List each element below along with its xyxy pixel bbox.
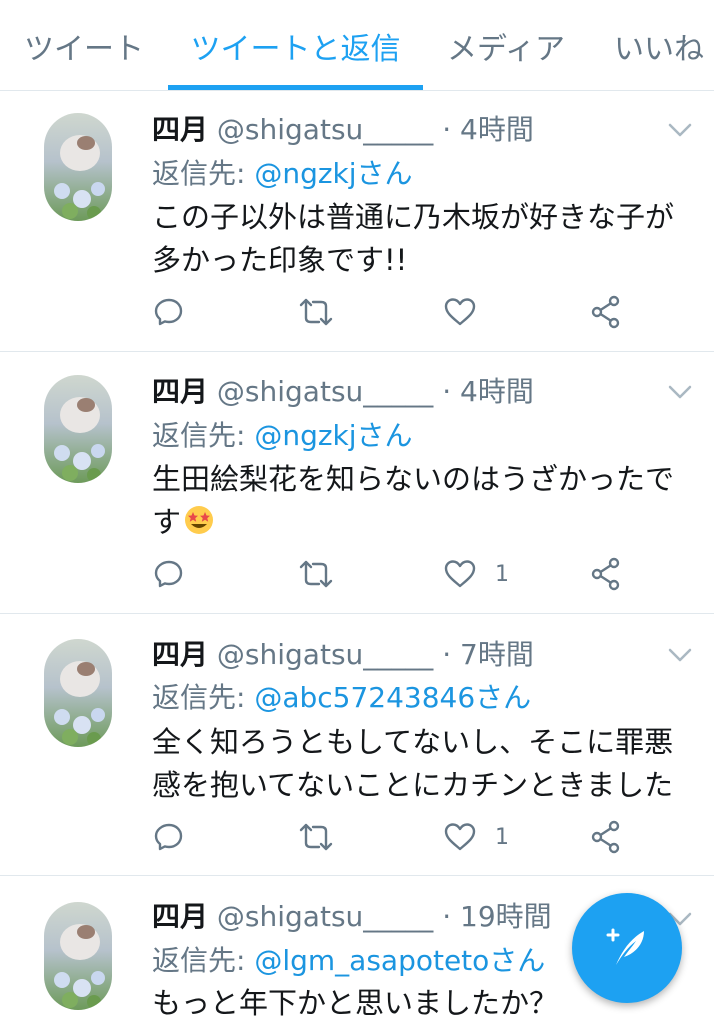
reply-to-label: 返信先:: [152, 944, 246, 977]
avatar[interactable]: [44, 113, 112, 221]
chevron-down-icon[interactable]: [666, 378, 694, 406]
reply-to-user-link[interactable]: @ngzkjさん: [254, 419, 412, 452]
active-tab-indicator: [168, 85, 423, 90]
reply-to-user-link[interactable]: @abc57243846さん: [254, 681, 531, 714]
retweet-icon: [299, 298, 333, 326]
profile-tabs: ツイート ツイートと返信 メディア いいね: [0, 0, 714, 91]
reply-icon: [154, 298, 183, 326]
retweet-icon: [299, 560, 333, 588]
tweet-text: この子以外は普通に乃木坂が好きな子が多かった印象です!!: [152, 200, 675, 277]
tweet-text: 全く知ろうともしてないし、そこに罪悪感を抱いてないことにカチンときました: [152, 725, 674, 802]
author-handle[interactable]: @shigatsu_____: [217, 638, 433, 671]
reply-to-label: 返信先:: [152, 681, 246, 714]
tweet[interactable]: 四月 @shigatsu_____ · 4時間 返信先: @ngzkjさん 生田…: [0, 352, 714, 614]
share-icon: [591, 295, 620, 329]
reply-to-label: 返信先:: [152, 157, 246, 190]
retweet-button[interactable]: [298, 296, 334, 328]
heart-icon: [444, 560, 476, 588]
like-count: 1: [495, 824, 509, 850]
timestamp[interactable]: 19時間: [460, 900, 552, 933]
share-button[interactable]: [590, 820, 622, 854]
author-name[interactable]: 四月: [152, 900, 208, 933]
reply-to-user-link[interactable]: @ngzkjさん: [254, 157, 412, 190]
author-handle[interactable]: @shigatsu_____: [217, 375, 433, 408]
retweet-button[interactable]: [298, 821, 334, 853]
reply-icon: [154, 823, 183, 851]
tweet-text: 生田絵梨花を知らないのはうざかったです: [152, 458, 692, 544]
retweet-icon: [299, 823, 333, 851]
separator: ·: [442, 638, 452, 671]
tweet-text-content: 生田絵梨花を知らないのはうざかったです: [152, 462, 675, 539]
chevron-down-icon[interactable]: [666, 116, 694, 144]
author-handle[interactable]: @shigatsu_____: [217, 900, 433, 933]
like-button[interactable]: [443, 296, 495, 328]
reply-to-label: 返信先:: [152, 419, 246, 452]
heart-icon: [444, 823, 476, 851]
compose-tweet-icon: [606, 928, 644, 965]
share-icon: [591, 820, 620, 854]
like-button[interactable]: 1: [443, 558, 509, 590]
like-count: 1: [495, 561, 509, 587]
timestamp[interactable]: 7時間: [460, 638, 534, 671]
share-button[interactable]: [590, 557, 622, 591]
star-struck-emoji: [185, 506, 214, 534]
share-icon: [591, 557, 620, 591]
tweet[interactable]: 四月 @shigatsu_____ · 4時間 返信先: @ngzkjさん この…: [0, 92, 714, 352]
share-button[interactable]: [590, 295, 622, 329]
tab-likes[interactable]: いいね: [604, 0, 714, 91]
reply-button[interactable]: [153, 296, 185, 328]
chevron-down-icon[interactable]: [666, 641, 694, 669]
author-name[interactable]: 四月: [152, 375, 208, 408]
retweet-button[interactable]: [298, 558, 334, 590]
author-name[interactable]: 四月: [152, 638, 208, 671]
author-handle[interactable]: @shigatsu_____: [217, 113, 433, 146]
like-button[interactable]: 1: [443, 821, 509, 853]
separator: ·: [442, 113, 452, 146]
reply-icon: [154, 560, 183, 588]
separator: ·: [442, 375, 452, 408]
author-name[interactable]: 四月: [152, 113, 208, 146]
separator: ·: [442, 900, 452, 933]
reply-button[interactable]: [153, 558, 185, 590]
heart-icon: [444, 298, 476, 326]
compose-tweet-button[interactable]: [572, 893, 682, 1003]
tab-media[interactable]: メディア: [438, 0, 574, 91]
avatar[interactable]: [44, 902, 112, 1010]
timestamp[interactable]: 4時間: [460, 375, 534, 408]
timestamp[interactable]: 4時間: [460, 113, 534, 146]
tab-tweets[interactable]: ツイート: [14, 0, 154, 91]
tab-tweets-and-replies[interactable]: ツイートと返信: [168, 0, 423, 91]
avatar[interactable]: [44, 375, 112, 483]
reply-to-user-link[interactable]: @lgm_asapotetoさん: [254, 944, 545, 977]
avatar[interactable]: [44, 639, 112, 747]
tweet[interactable]: 四月 @shigatsu_____ · 7時間 返信先: @abc5724384…: [0, 614, 714, 876]
reply-button[interactable]: [153, 821, 185, 853]
